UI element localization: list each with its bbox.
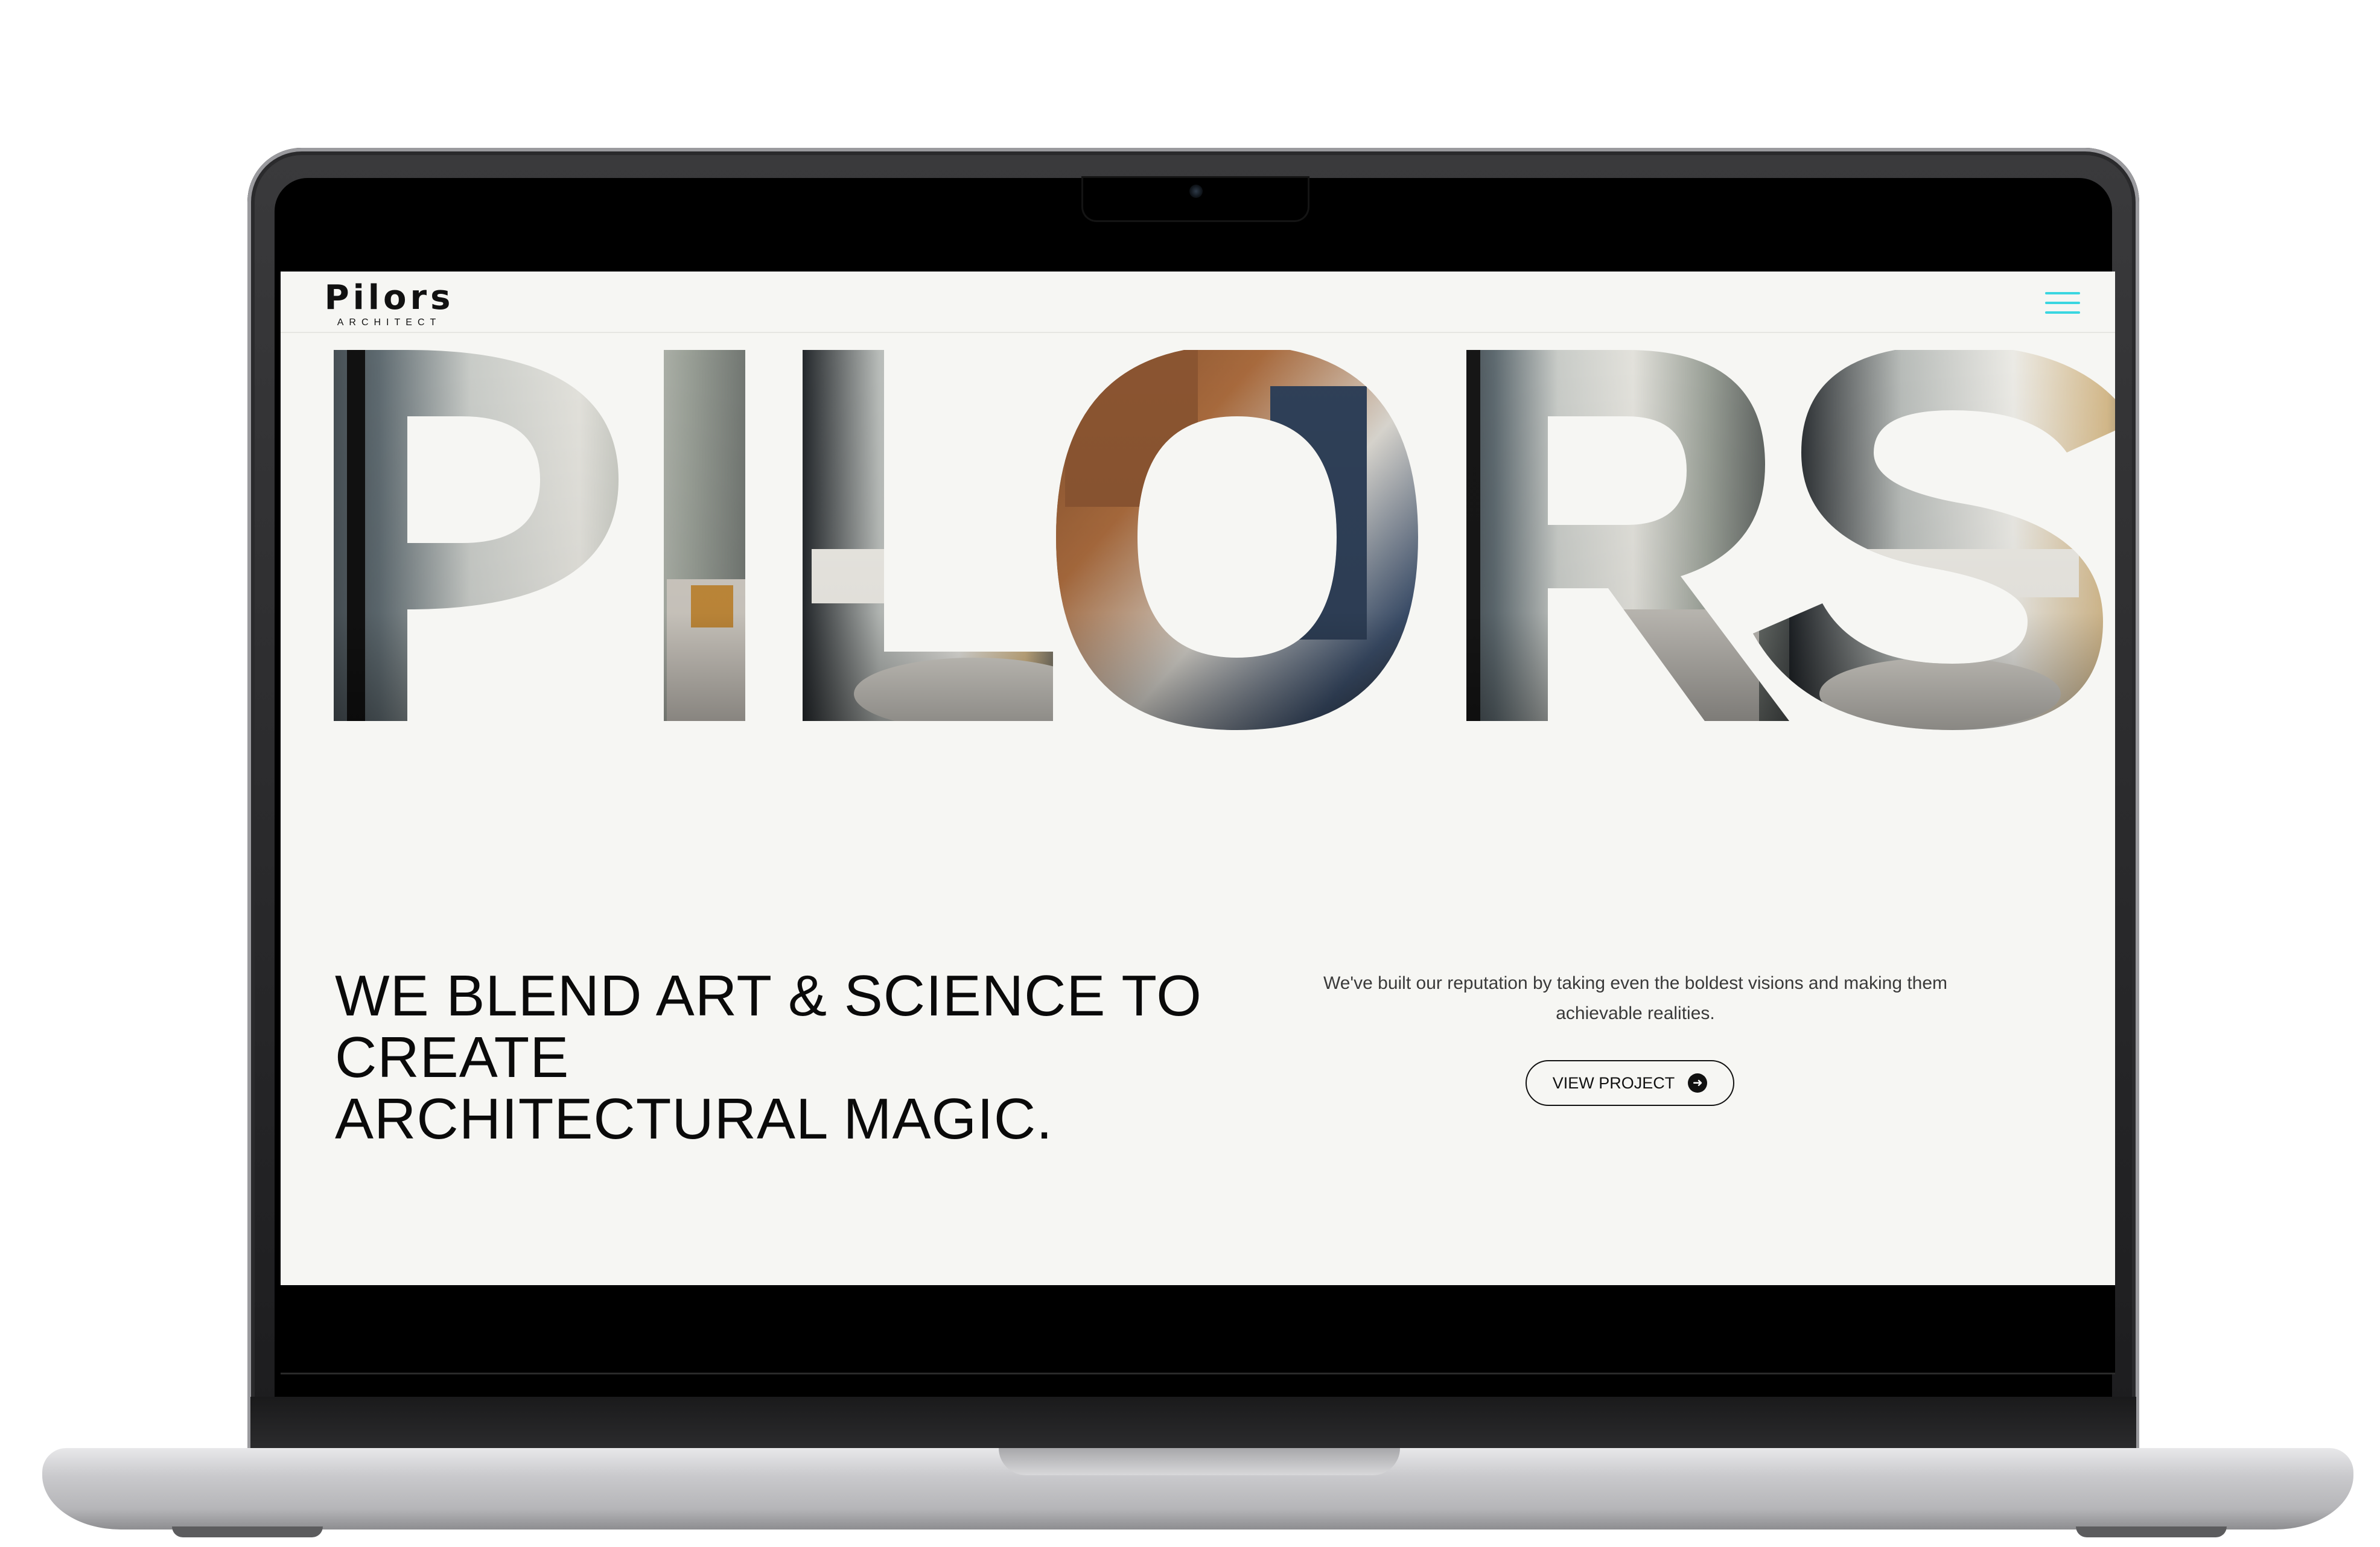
site-header: Pilors ARCHITECT [281, 272, 2115, 333]
screen-bottom-bezel [281, 1285, 2115, 1374]
logo-subtitle: ARCHITECT [337, 317, 442, 328]
laptop-mockup: Pilors ARCHITECT WE BLEND ART & SCIENCE … [0, 0, 2380, 1547]
headline-line: CREATE [335, 1025, 570, 1090]
headline-line: WE BLEND ART & SCIENCE TO [335, 964, 1202, 1028]
intro-headline: WE BLEND ART & SCIENCE TO CREATE ARCHITE… [335, 965, 1300, 1150]
hero-letters-graphic [334, 350, 2115, 730]
laptop-foot-right [2076, 1526, 2227, 1537]
intro-tagline: We've built our reputation by taking eve… [1323, 973, 1948, 1023]
headline-line: ARCHITECTURAL MAGIC. [335, 1087, 1053, 1151]
website-screen: Pilors ARCHITECT WE BLEND ART & SCIENCE … [281, 272, 2115, 1285]
camera-icon [1189, 185, 1203, 198]
hero-title [281, 350, 2115, 748]
arrow-right-circle-icon: ➜ [1688, 1073, 1708, 1093]
site-logo[interactable]: Pilors ARCHITECT [317, 280, 462, 328]
view-project-label: VIEW PROJECT [1552, 1073, 1675, 1092]
logo-wordmark: Pilors [324, 278, 454, 317]
laptop-thumb-notch [999, 1448, 1400, 1475]
view-project-button[interactable]: VIEW PROJECT ➜ [1526, 1060, 1734, 1106]
hamburger-menu-icon[interactable] [2043, 284, 2085, 320]
laptop-foot-left [172, 1526, 323, 1537]
laptop-hinge [250, 1397, 2136, 1451]
